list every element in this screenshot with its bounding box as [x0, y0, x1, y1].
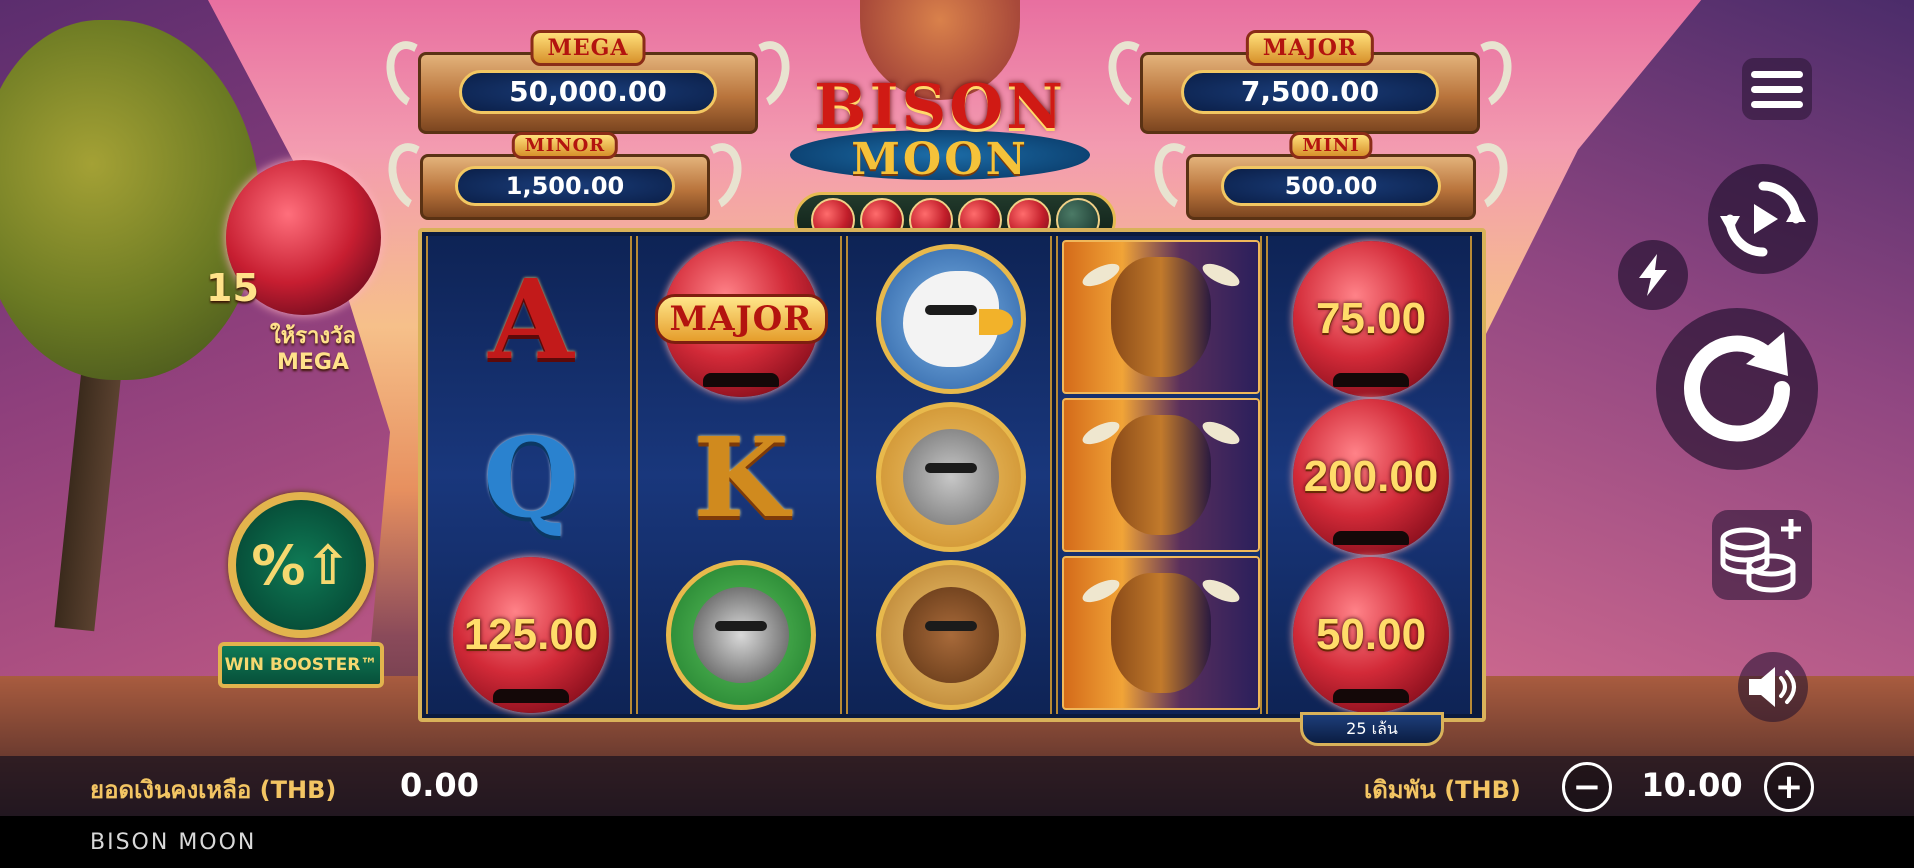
jackpot-major: MAJOR 7,500.00: [1099, 30, 1521, 134]
jackpot-minor: MINOR 1,500.00: [379, 132, 751, 220]
symbol-cell: [848, 556, 1054, 714]
spin-button[interactable]: [1656, 308, 1818, 470]
hamburger-menu-icon: [1751, 70, 1803, 78]
jackpot-mega-value: 50,000.00: [458, 70, 718, 114]
decrease-bet-button[interactable]: −: [1562, 762, 1612, 812]
raccoon-symbol-icon: [666, 560, 816, 710]
bison-symbol-icon: [1062, 398, 1260, 552]
speaker-icon: [1749, 667, 1796, 707]
moon-symbol-value: 200.00: [1303, 452, 1439, 501]
symbol-cell: [848, 240, 1054, 398]
symbol-cell: A: [428, 240, 634, 398]
moon-symbol-value: 75.00: [1315, 294, 1427, 343]
jackpot-minor-label: MINOR: [511, 132, 619, 159]
increase-bet-button[interactable]: +: [1764, 762, 1814, 812]
bison-herd-icon: [1333, 531, 1409, 545]
reel-4: [1056, 236, 1262, 714]
autoplay-button[interactable]: [1708, 164, 1818, 274]
feature-label-line2: MEGA: [276, 350, 349, 375]
moon-jackpot-symbol: MAJOR: [654, 241, 828, 397]
jackpot-mega-label: MEGA: [530, 30, 646, 66]
game-scene: MEGA 50,000.00 MINOR 1,500.00 MAJOR 7,50…: [0, 0, 1914, 816]
feature-label-line1: ให้รางวัล: [270, 324, 356, 349]
reel-2: MAJOR K: [636, 236, 842, 714]
bison-herd-icon: [1333, 373, 1409, 387]
bison-herd-icon: [1333, 689, 1409, 703]
jackpot-mini-label: MINI: [1289, 132, 1373, 159]
moon-symbol-major-label: MAJOR: [654, 294, 828, 344]
reel-1: A Q 125.00: [426, 236, 632, 714]
moon-symbol: 200.00: [1293, 399, 1449, 555]
symbol-cell: [848, 398, 1054, 556]
moon-symbol: 125.00: [453, 557, 609, 713]
moon-symbol-value: 125.00: [463, 610, 599, 659]
bison-symbol-icon: [1062, 240, 1260, 394]
bet-settings-button[interactable]: [1712, 510, 1812, 600]
jackpot-major-label: MAJOR: [1245, 30, 1375, 66]
bet-label: เดิมพัน (THB): [1364, 776, 1521, 804]
jackpot-mini-value: 500.00: [1220, 166, 1442, 206]
reel-5: 75.00 200.00 50.00: [1266, 236, 1472, 714]
sound-button[interactable]: [1738, 652, 1808, 722]
jackpot-mini: MINI 500.00: [1145, 132, 1517, 220]
moon-symbol: 75.00: [1293, 241, 1449, 397]
menu-button[interactable]: [1742, 58, 1812, 120]
logo-title-moon: MOON: [851, 134, 1029, 185]
symbol-cell: 50.00: [1268, 556, 1474, 714]
feature-count: 15: [206, 266, 259, 310]
jackpot-minor-value: 1,500.00: [454, 166, 676, 206]
wolf-symbol-icon: [876, 402, 1026, 552]
moon-symbol-value: 50.00: [1315, 610, 1427, 659]
percent-up-icon: %⇧: [228, 492, 374, 638]
lightning-icon: [1639, 254, 1667, 296]
symbol-cell: 75.00: [1268, 240, 1474, 398]
symbol-cell: 125.00: [428, 556, 634, 714]
bear-symbol-icon: [876, 560, 1026, 710]
symbol-q: Q: [483, 412, 579, 542]
paylines-badge: 25 เล้น: [1300, 712, 1444, 746]
bison-herd-icon: [703, 373, 779, 387]
win-booster-label: WIN BOOSTER™: [218, 642, 384, 688]
symbol-cell: MAJOR: [638, 240, 844, 398]
symbol-cell: K: [638, 398, 844, 556]
spin-icon: [1684, 332, 1790, 442]
symbol-k: K: [693, 412, 789, 542]
bison-herd-icon: [493, 689, 569, 703]
footer-game-title: BISON MOON: [90, 830, 257, 855]
balance-label: ยอดเงินคงเหลือ (THB): [90, 776, 337, 804]
jackpot-mega: MEGA 50,000.00: [377, 30, 799, 134]
symbol-cell: [638, 556, 844, 714]
reel-3: [846, 236, 1052, 714]
logo-title-bison: BISON: [814, 70, 1066, 143]
bet-value: 10.00: [1641, 766, 1743, 804]
game-logo: BISON MOON: [790, 0, 1090, 190]
bison-symbol-icon: [1062, 556, 1260, 710]
bottom-bar: ยอดเงินคงเหลือ (THB) 0.00 เดิมพัน (THB) …: [0, 756, 1914, 816]
win-booster-button[interactable]: %⇧ WIN BOOSTER™: [218, 492, 384, 692]
balance-value: 0.00: [400, 766, 479, 804]
turbo-button[interactable]: [1618, 240, 1688, 310]
eagle-symbol-icon: [876, 244, 1026, 394]
symbol-cell: 200.00: [1268, 398, 1474, 556]
footer: BISON MOON: [0, 816, 1914, 868]
reel-grid: A Q 125.00 MAJOR K 75.00 200.00 50.00: [418, 228, 1486, 722]
symbol-cell: Q: [428, 398, 634, 556]
coins-plus-icon: [1720, 519, 1801, 593]
moon-symbol: 50.00: [1293, 557, 1449, 713]
symbol-a: A: [488, 254, 574, 384]
autoplay-icon: [1720, 181, 1806, 257]
jackpot-major-value: 7,500.00: [1180, 70, 1440, 114]
mega-feature-counter: 15 ให้รางวัล MEGA: [206, 160, 396, 380]
